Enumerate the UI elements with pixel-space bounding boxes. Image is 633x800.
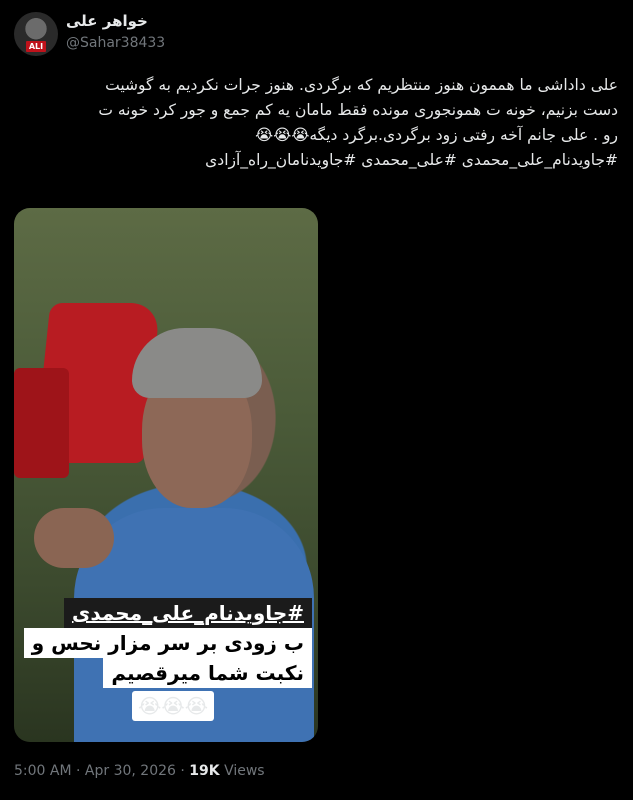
video-caption-emoji: 😭😭😭 (132, 691, 215, 721)
tweet-time[interactable]: 5:00 AM (14, 763, 72, 779)
meta-separator: · (76, 763, 81, 779)
tweet-line: علی داداشی ما هممون هنوز منتظریم که برگر… (105, 76, 618, 94)
tweet-line: رو . علی جانم آخه رفتی زود برگردی.برگرد … (255, 126, 618, 144)
video-caption-line: نکبت شما میرقصیم (103, 658, 312, 688)
author-display-name[interactable]: خواهر علی (66, 12, 148, 30)
tweet-hashtags[interactable]: #جاویدنام_علی_محمدی #علی_محمدی #جاویدنام… (18, 148, 618, 173)
views-count: 19K (189, 763, 220, 779)
video-caption-line: ب زودی بر سر مزار نحس و (23, 628, 312, 658)
tweet-date[interactable]: Apr 30, 2026 (85, 763, 176, 779)
avatar-badge: ALI (26, 41, 46, 52)
person-hand (34, 508, 114, 568)
red-chair-2 (14, 368, 69, 478)
avatar[interactable]: ALI (14, 12, 58, 56)
meta-separator: · (180, 763, 185, 779)
views-label: Views (224, 763, 265, 779)
tweet-meta: 5:00 AM · Apr 30, 2026 · 19K Views (14, 763, 265, 779)
tweet-line: دست بزنیم، خونه ت همونجوری مونده فقط مام… (98, 101, 618, 119)
tweet-text: علی داداشی ما هممون هنوز منتظریم که برگر… (18, 73, 618, 173)
video-caption: #جاویدنام_علی_محمدی ب زودی بر سر مزار نح… (23, 598, 312, 688)
video-caption-hashtag: #جاویدنام_علی_محمدی (63, 598, 312, 628)
tweet-media-video[interactable]: #جاویدنام_علی_محمدی ب زودی بر سر مزار نح… (14, 208, 318, 742)
author-handle[interactable]: @Sahar38433 (66, 35, 165, 51)
